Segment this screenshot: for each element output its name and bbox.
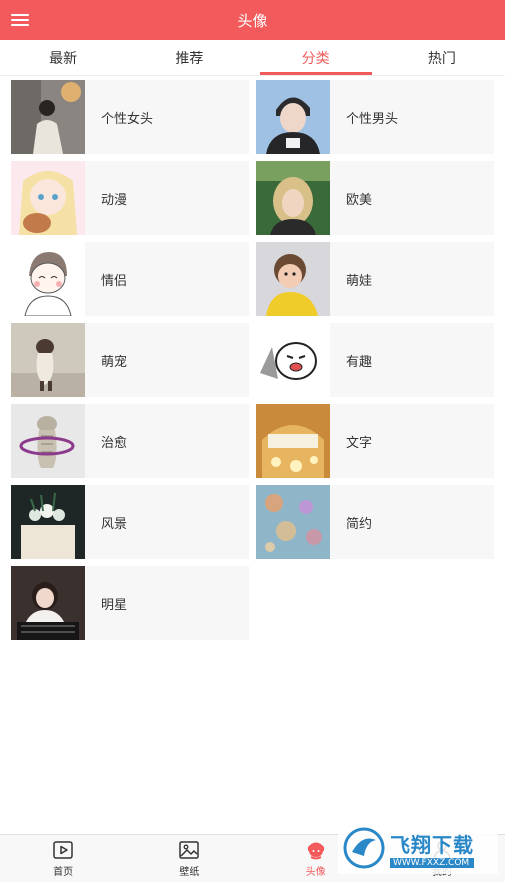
top-bar: 头像 bbox=[0, 0, 505, 40]
category-thumbnail bbox=[256, 242, 330, 316]
category-label: 明星 bbox=[101, 597, 128, 613]
page-title: 头像 bbox=[237, 11, 268, 30]
category-label: 简约 bbox=[346, 516, 373, 532]
category-thumbnail bbox=[256, 485, 330, 559]
category-label: 萌宠 bbox=[101, 354, 128, 370]
category-thumbnail bbox=[11, 404, 85, 478]
nav-home[interactable]: 首页 bbox=[0, 835, 126, 882]
tab-recommend[interactable]: 推荐 bbox=[126, 40, 252, 75]
watermark: 飞翔下载 WWW.FXXZ.COM bbox=[338, 822, 498, 874]
category-label: 萌娃 bbox=[346, 273, 373, 289]
nav-wallpaper[interactable]: 壁纸 bbox=[126, 835, 252, 882]
tab-latest[interactable]: 最新 bbox=[0, 40, 126, 75]
category-label: 有趣 bbox=[346, 354, 373, 370]
watermark-logo-icon bbox=[343, 827, 385, 869]
category-thumbnail bbox=[256, 404, 330, 478]
category-card-healing[interactable]: 治愈 bbox=[11, 404, 249, 478]
category-card-scenery[interactable]: 风景 bbox=[11, 485, 249, 559]
watermark-url: WWW.FXXZ.COM bbox=[390, 857, 474, 868]
category-thumbnail bbox=[256, 323, 330, 397]
category-label: 个性女头 bbox=[101, 111, 154, 127]
category-label: 个性男头 bbox=[346, 111, 399, 127]
tab-bar: 最新 推荐 分类 热门 bbox=[0, 40, 505, 76]
category-thumbnail bbox=[11, 485, 85, 559]
avatar-icon bbox=[307, 842, 324, 860]
play-icon bbox=[53, 841, 73, 859]
category-label: 情侣 bbox=[101, 273, 128, 289]
category-card-western[interactable]: 欧美 bbox=[256, 161, 494, 235]
category-thumbnail bbox=[11, 242, 85, 316]
category-card-male[interactable]: 个性男头 bbox=[256, 80, 494, 154]
category-card-text[interactable]: 文字 bbox=[256, 404, 494, 478]
category-label: 治愈 bbox=[101, 435, 128, 451]
category-label: 风景 bbox=[101, 516, 128, 532]
category-thumbnail bbox=[11, 80, 85, 154]
category-card-funny[interactable]: 有趣 bbox=[256, 323, 494, 397]
category-card-baby[interactable]: 萌娃 bbox=[256, 242, 494, 316]
nav-label: 头像 bbox=[305, 867, 326, 878]
category-card-anime[interactable]: 动漫 bbox=[11, 161, 249, 235]
tab-hot[interactable]: 热门 bbox=[379, 40, 505, 75]
category-card-couple[interactable]: 情侣 bbox=[11, 242, 249, 316]
tab-category[interactable]: 分类 bbox=[253, 40, 379, 75]
category-label: 动漫 bbox=[101, 192, 128, 208]
category-thumbnail bbox=[256, 161, 330, 235]
image-icon bbox=[179, 841, 200, 859]
category-label: 欧美 bbox=[346, 192, 373, 208]
category-card-star[interactable]: 明星 bbox=[11, 566, 249, 640]
nav-label: 壁纸 bbox=[179, 867, 200, 878]
category-card-simple[interactable]: 简约 bbox=[256, 485, 494, 559]
category-grid: 个性女头 个性男头 动漫 欧美 情侣 萌娃 萌宠 有趣 治愈 文字 风景 简约 … bbox=[11, 80, 495, 640]
menu-icon[interactable] bbox=[8, 8, 32, 32]
category-card-pet[interactable]: 萌宠 bbox=[11, 323, 249, 397]
category-thumbnail bbox=[11, 566, 85, 640]
category-thumbnail bbox=[11, 161, 85, 235]
category-thumbnail bbox=[256, 80, 330, 154]
watermark-brand: 飞翔下载 bbox=[390, 832, 474, 857]
category-card-female[interactable]: 个性女头 bbox=[11, 80, 249, 154]
category-label: 文字 bbox=[346, 435, 373, 451]
category-thumbnail bbox=[11, 323, 85, 397]
nav-label: 首页 bbox=[53, 867, 74, 878]
